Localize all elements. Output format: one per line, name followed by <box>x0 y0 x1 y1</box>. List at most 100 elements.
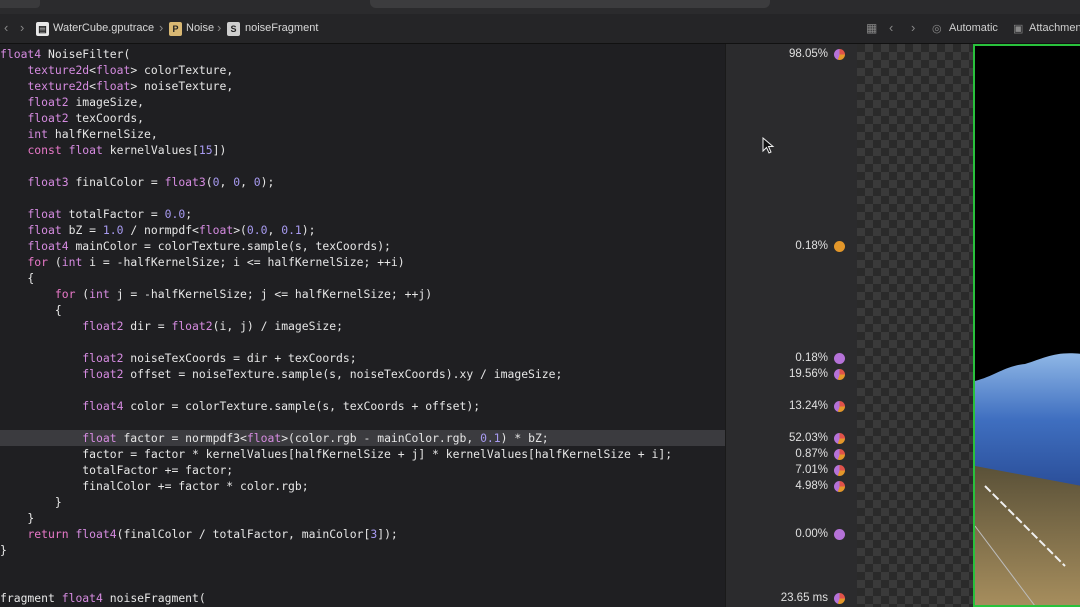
forward-arrow-icon[interactable]: › <box>911 20 915 35</box>
code-line[interactable]: float2 dir = float2(i, j) / imageSize; <box>0 318 725 334</box>
code-token: float <box>96 63 131 77</box>
code-line[interactable] <box>0 382 725 398</box>
code-line[interactable]: float4 NoiseFilter( <box>0 46 725 62</box>
grid-view-icon[interactable]: ▦ <box>866 21 877 35</box>
code-token: color = colorTexture.sample(s, texCoords… <box>123 399 481 413</box>
code-line[interactable]: for (int i = -halfKernelSize; i <= halfK… <box>0 254 725 270</box>
automatic-mode-icon: ◎ <box>932 23 942 35</box>
code-token: finalColor = <box>68 175 165 189</box>
code-line[interactable]: totalFactor += factor; <box>0 462 725 478</box>
code-token: 0 <box>253 175 261 189</box>
code-line[interactable]: { <box>0 302 725 318</box>
code-line[interactable]: texture2d<float> noiseTexture, <box>0 78 725 94</box>
perf-row[interactable]: 19.56% <box>726 366 858 382</box>
code-token: float3 <box>164 175 206 189</box>
code-line[interactable]: finalColor += factor * color.rgb; <box>0 478 725 494</box>
code-line[interactable] <box>0 190 725 206</box>
code-token: fragment <box>0 591 62 605</box>
cost-pie-icon[interactable] <box>834 353 845 364</box>
code-line[interactable]: fragment float4 noiseFragment( <box>0 590 725 606</box>
code-line[interactable]: } <box>0 542 725 558</box>
breadcrumb-gputrace[interactable]: WaterCube.gputrace <box>53 22 154 34</box>
code-line[interactable] <box>0 158 725 174</box>
program-icon: P <box>169 22 182 36</box>
code-token: > colorTexture, <box>130 63 234 77</box>
perf-percentage: 7.01% <box>795 464 828 476</box>
code-line[interactable] <box>0 414 725 430</box>
window-tab-left[interactable] <box>0 0 40 8</box>
code-line[interactable]: float bZ = 1.0 / normpdf<float>(0.0, 0.1… <box>0 222 725 238</box>
perf-row[interactable]: 0.18% <box>726 238 858 254</box>
perf-row[interactable]: 13.24% <box>726 398 858 414</box>
attachments-button[interactable]: Attachmen <box>1029 22 1080 34</box>
code-token: float4 <box>0 47 42 61</box>
code-line[interactable]: float4 color = colorTexture.sample(s, te… <box>0 398 725 414</box>
code-token: { <box>0 271 35 285</box>
perf-row[interactable]: 7.01% <box>726 462 858 478</box>
code-line-selected[interactable]: float factor = normpdf3<float>(color.rgb… <box>0 430 725 446</box>
cost-pie-icon[interactable] <box>834 369 845 380</box>
perf-row[interactable]: 0.18% <box>726 350 858 366</box>
code-line[interactable]: float4 mainColor = colorTexture.sample(s… <box>0 238 725 254</box>
code-line[interactable] <box>0 574 725 590</box>
cost-pie-icon[interactable] <box>834 49 845 60</box>
code-line[interactable]: int halfKernelSize, <box>0 126 725 142</box>
code-line[interactable]: float3 finalColor = float3(0, 0, 0); <box>0 174 725 190</box>
code-line[interactable]: const float kernelValues[15]) <box>0 142 725 158</box>
code-line[interactable]: float2 texCoords, <box>0 110 725 126</box>
code-line[interactable] <box>0 334 725 350</box>
code-line[interactable]: float totalFactor = 0.0; <box>0 206 725 222</box>
code-token: totalFactor = <box>61 207 165 221</box>
breadcrumb-noise[interactable]: Noise <box>186 22 214 34</box>
cost-pie-icon[interactable] <box>834 529 845 540</box>
code-line[interactable]: for (int j = -halfKernelSize; j <= halfK… <box>0 286 725 302</box>
perf-percentage: 0.18% <box>795 240 828 252</box>
code-line[interactable]: } <box>0 494 725 510</box>
cost-pie-icon[interactable] <box>834 433 845 444</box>
cost-pie-icon[interactable] <box>834 401 845 412</box>
code-line[interactable]: float2 noiseTexCoords = dir + texCoords; <box>0 350 725 366</box>
perf-percentage: 23.65 ms <box>780 592 828 604</box>
code-token: texture2d <box>27 79 90 93</box>
back-arrow-icon[interactable]: ‹ <box>4 20 8 35</box>
perf-row[interactable]: 52.03% <box>726 430 858 446</box>
code-line[interactable]: { <box>0 270 725 286</box>
cost-pie-icon[interactable] <box>834 241 845 252</box>
perf-row[interactable]: 0.00% <box>726 526 858 542</box>
code-line[interactable] <box>0 558 725 574</box>
code-token: imageSize, <box>68 95 145 109</box>
automatic-mode-button[interactable]: Automatic <box>949 22 998 34</box>
perf-row[interactable]: 98.05% <box>726 46 858 62</box>
code-token: float4 <box>27 239 69 253</box>
code-token: dir = <box>123 319 172 333</box>
forward-arrow-icon[interactable]: › <box>20 20 24 35</box>
code-token: float <box>96 79 131 93</box>
breadcrumb-noisefragment[interactable]: noiseFragment <box>245 22 318 34</box>
code-line[interactable]: return float4(finalColor / totalFactor, … <box>0 526 725 542</box>
code-line[interactable]: factor = factor * kernelValues[halfKerne… <box>0 446 725 462</box>
shader-source-editor[interactable]: float4 NoiseFilter( texture2d<float> col… <box>0 44 725 607</box>
cost-pie-icon[interactable] <box>834 449 845 460</box>
back-arrow-icon[interactable]: ‹ <box>889 20 893 35</box>
perf-row[interactable]: 23.65 ms <box>726 590 858 606</box>
perf-row[interactable]: 4.98% <box>726 478 858 494</box>
code-line[interactable]: } <box>0 510 725 526</box>
cost-pie-icon[interactable] <box>834 593 845 604</box>
cost-pie-icon[interactable] <box>834 481 845 492</box>
code-token: 0.1 <box>480 431 501 445</box>
attachment-texture-thumbnail[interactable] <box>973 44 1080 607</box>
code-line[interactable]: float2 offset = noiseTexture.sample(s, n… <box>0 366 725 382</box>
code-token: float <box>198 223 234 237</box>
perf-row[interactable]: 0.87% <box>726 446 858 462</box>
cost-pie-icon[interactable] <box>834 465 845 476</box>
code-token: 1.0 <box>102 223 124 237</box>
code-line[interactable]: float2 imageSize, <box>0 94 725 110</box>
code-line[interactable]: texture2d<float> colorTexture, <box>0 62 725 78</box>
perf-percentage: 0.00% <box>795 528 828 540</box>
code-token: float <box>27 207 62 221</box>
mouse-pointer-icon <box>762 137 775 154</box>
